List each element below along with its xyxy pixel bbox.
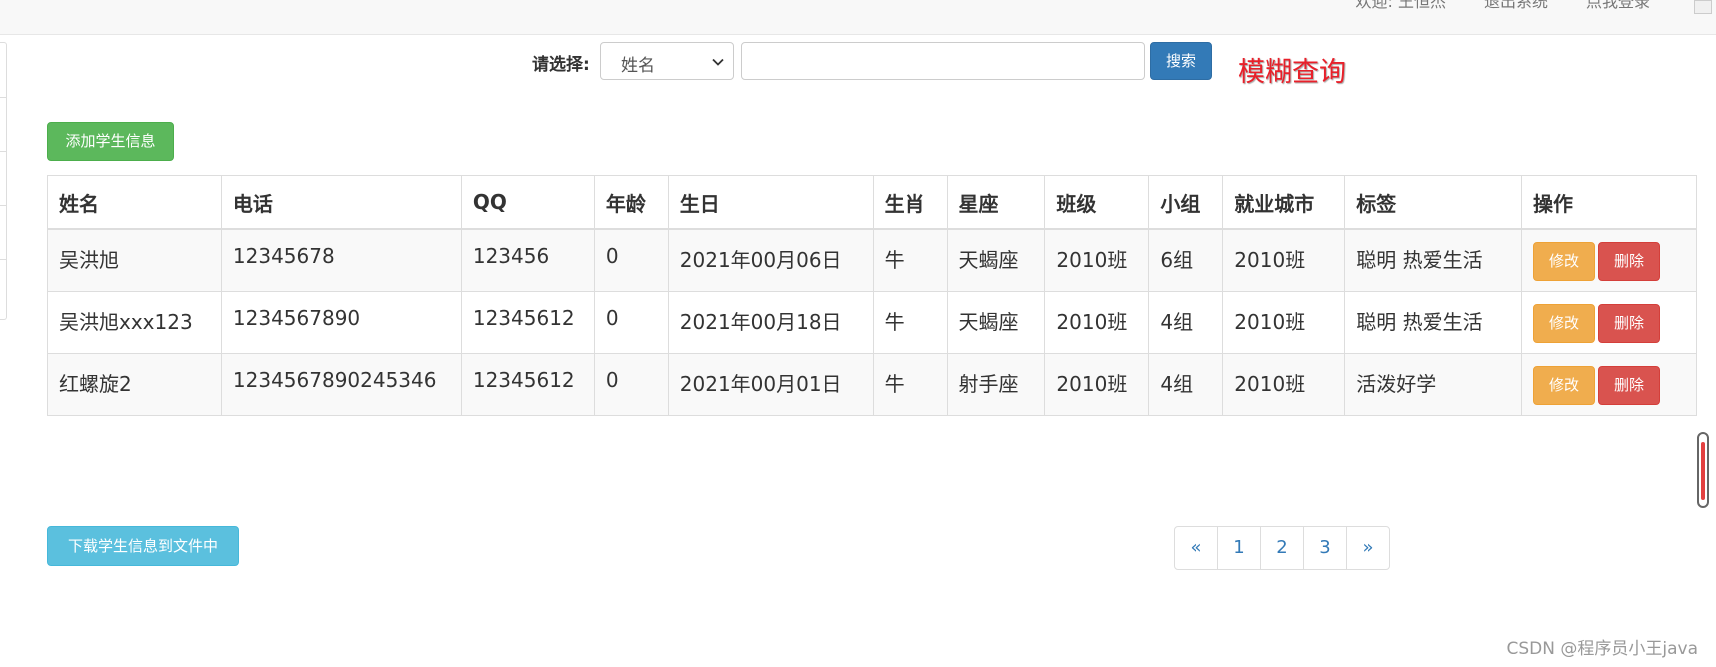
pagination-page[interactable]: 2 [1260, 526, 1304, 570]
column-header: 姓名 [47, 175, 222, 230]
pagination-next[interactable]: » [1346, 526, 1390, 570]
cell-tags: 活泼好学 [1344, 352, 1523, 416]
login-link[interactable]: 点我登录 [1586, 0, 1650, 12]
cell-group: 6组 [1148, 228, 1224, 292]
cell-class: 2010班 [1044, 352, 1150, 416]
vertical-scrollbar[interactable] [1692, 0, 1714, 667]
cell-city: 2010班 [1222, 290, 1346, 354]
column-header: 星座 [946, 175, 1046, 230]
chevron-down-icon [712, 58, 724, 66]
column-header: 生肖 [872, 175, 948, 230]
cell-qq: 123456 [460, 228, 595, 292]
search-button[interactable]: 搜索 [1150, 42, 1212, 80]
cell-name: 红螺旋2 [47, 352, 222, 416]
cell-birthday: 2021年00月18日 [667, 290, 874, 354]
cell-actions: 修改 删除 [1521, 228, 1697, 292]
top-navbar: 欢迎: 王恒杰 退出系统 点我登录 [0, 0, 1716, 35]
column-header: 就业城市 [1222, 175, 1346, 230]
cell-zodiac: 牛 [872, 290, 948, 354]
navbar-links: 欢迎: 王恒杰 退出系统 点我登录 [1355, 0, 1650, 12]
sidebar-divider [0, 259, 6, 260]
cell-age: 0 [593, 228, 669, 292]
cell-age: 0 [593, 352, 669, 416]
column-header: 年龄 [593, 175, 669, 230]
watermark: CSDN @程序员小王java [1506, 639, 1699, 659]
sidebar-edge [0, 42, 7, 320]
pagination-prev[interactable]: « [1174, 526, 1218, 570]
cell-phone: 1234567890 [220, 290, 462, 354]
column-header: 标签 [1344, 175, 1523, 230]
edit-button[interactable]: 修改 [1533, 303, 1596, 343]
scrollbar-highlight [1701, 442, 1705, 500]
cell-birthday: 2021年00月01日 [667, 352, 874, 416]
column-header: 班级 [1044, 175, 1150, 230]
cell-phone: 1234567890245346 [220, 352, 462, 416]
edit-button[interactable]: 修改 [1533, 365, 1596, 405]
table-row: 红螺旋2 1234567890245346 12345612 0 2021年00… [47, 352, 1697, 416]
cell-phone: 12345678 [220, 228, 462, 292]
download-students-button[interactable]: 下载学生信息到文件中 [47, 526, 239, 566]
cell-class: 2010班 [1044, 290, 1150, 354]
scrollbar-thumb[interactable] [1697, 432, 1709, 508]
cell-birthday: 2021年00月06日 [667, 228, 874, 292]
cell-actions: 修改 删除 [1521, 352, 1697, 416]
search-input[interactable] [741, 42, 1145, 80]
column-header: 小组 [1148, 175, 1224, 230]
table-row: 吴洪旭 12345678 123456 0 2021年00月06日 牛 天蝎座 … [47, 228, 1697, 292]
student-table: 姓名 电话 QQ 年龄 生日 生肖 星座 班级 小组 就业城市 标签 操作 吴洪… [47, 175, 1697, 416]
column-header: 电话 [220, 175, 462, 230]
delete-button[interactable]: 删除 [1598, 303, 1661, 343]
cell-city: 2010班 [1222, 228, 1346, 292]
add-student-button[interactable]: 添加学生信息 [47, 122, 174, 161]
sidebar-divider [0, 151, 6, 152]
cell-qq: 12345612 [460, 290, 595, 354]
search-label: 请选择: [532, 55, 590, 75]
delete-button[interactable]: 删除 [1598, 242, 1661, 281]
logout-link[interactable]: 退出系统 [1484, 0, 1548, 12]
search-field-select[interactable]: 姓名 [600, 42, 734, 80]
table-row: 吴洪旭xxx123 1234567890 12345612 0 2021年00月… [47, 290, 1697, 354]
cell-tags: 聪明 热爱生活 [1344, 290, 1523, 354]
search-select-value: 姓名 [621, 56, 655, 76]
pagination-page[interactable]: 1 [1217, 526, 1261, 570]
cell-group: 4组 [1148, 352, 1224, 416]
cell-name: 吴洪旭 [47, 228, 222, 292]
column-header: 生日 [667, 175, 874, 230]
cell-constellation: 天蝎座 [946, 290, 1046, 354]
cell-city: 2010班 [1222, 352, 1346, 416]
cell-constellation: 天蝎座 [946, 228, 1046, 292]
cell-age: 0 [593, 290, 669, 354]
cell-name: 吴洪旭xxx123 [47, 290, 222, 354]
table-header-row: 姓名 电话 QQ 年龄 生日 生肖 星座 班级 小组 就业城市 标签 操作 [47, 175, 1697, 230]
cell-zodiac: 牛 [872, 352, 948, 416]
welcome-text: 欢迎: 王恒杰 [1355, 0, 1446, 11]
pagination: « 1 2 3 » [1174, 526, 1390, 570]
cell-tags: 聪明 热爱生活 [1344, 228, 1523, 292]
fuzzy-search-annotation: 模糊查询 [1238, 57, 1346, 88]
edit-button[interactable]: 修改 [1533, 242, 1596, 281]
cell-class: 2010班 [1044, 228, 1150, 292]
cell-qq: 12345612 [460, 352, 595, 416]
scroll-up-arrow[interactable] [1694, 0, 1712, 14]
cell-zodiac: 牛 [872, 228, 948, 292]
cell-constellation: 射手座 [946, 352, 1046, 416]
sidebar-divider [0, 205, 6, 206]
column-header: 操作 [1521, 175, 1697, 230]
sidebar-divider [0, 97, 6, 98]
search-bar: 请选择: 姓名 搜索 模糊查询 [0, 42, 1716, 88]
delete-button[interactable]: 删除 [1598, 365, 1661, 405]
column-header: QQ [460, 175, 595, 230]
cell-actions: 修改 删除 [1521, 290, 1697, 354]
cell-group: 4组 [1148, 290, 1224, 354]
pagination-page[interactable]: 3 [1303, 526, 1347, 570]
